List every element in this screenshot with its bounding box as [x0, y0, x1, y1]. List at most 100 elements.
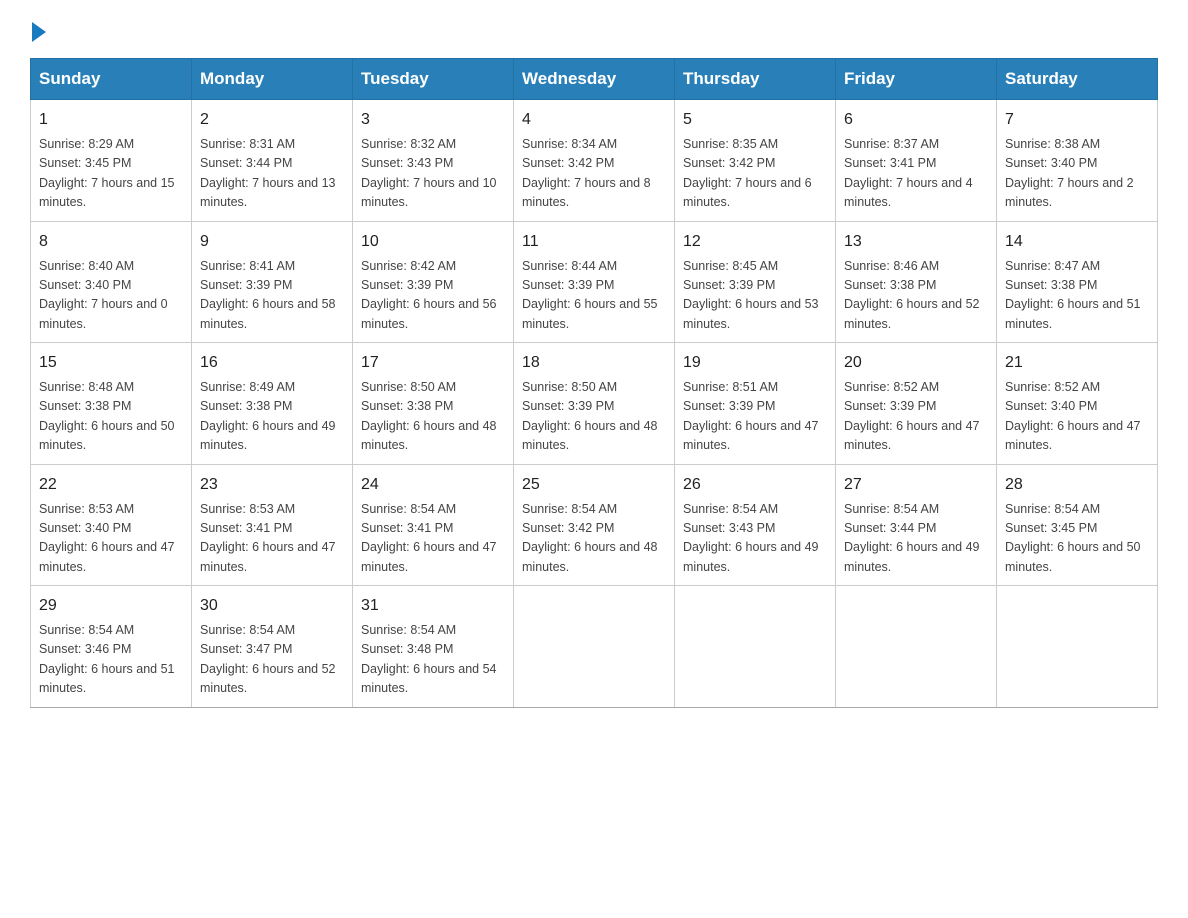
calendar-cell [997, 586, 1158, 708]
calendar-cell: 18 Sunrise: 8:50 AMSunset: 3:39 PMDaylig… [514, 343, 675, 465]
calendar-week-row: 1 Sunrise: 8:29 AMSunset: 3:45 PMDayligh… [31, 100, 1158, 222]
day-info: Sunrise: 8:54 AMSunset: 3:45 PMDaylight:… [1005, 500, 1149, 578]
weekday-header-tuesday: Tuesday [353, 59, 514, 100]
day-number: 19 [683, 351, 827, 375]
day-info: Sunrise: 8:29 AMSunset: 3:45 PMDaylight:… [39, 135, 183, 213]
weekday-header-sunday: Sunday [31, 59, 192, 100]
day-info: Sunrise: 8:54 AMSunset: 3:46 PMDaylight:… [39, 621, 183, 699]
day-number: 29 [39, 594, 183, 618]
weekday-header-saturday: Saturday [997, 59, 1158, 100]
calendar-week-row: 8 Sunrise: 8:40 AMSunset: 3:40 PMDayligh… [31, 221, 1158, 343]
logo-arrow-icon [32, 22, 46, 42]
day-info: Sunrise: 8:54 AMSunset: 3:47 PMDaylight:… [200, 621, 344, 699]
day-number: 28 [1005, 473, 1149, 497]
calendar-cell: 3 Sunrise: 8:32 AMSunset: 3:43 PMDayligh… [353, 100, 514, 222]
weekday-header-monday: Monday [192, 59, 353, 100]
calendar-cell: 27 Sunrise: 8:54 AMSunset: 3:44 PMDaylig… [836, 464, 997, 586]
day-info: Sunrise: 8:53 AMSunset: 3:40 PMDaylight:… [39, 500, 183, 578]
weekday-header-friday: Friday [836, 59, 997, 100]
calendar-cell: 19 Sunrise: 8:51 AMSunset: 3:39 PMDaylig… [675, 343, 836, 465]
day-number: 9 [200, 230, 344, 254]
day-info: Sunrise: 8:53 AMSunset: 3:41 PMDaylight:… [200, 500, 344, 578]
calendar-cell: 30 Sunrise: 8:54 AMSunset: 3:47 PMDaylig… [192, 586, 353, 708]
calendar-cell: 17 Sunrise: 8:50 AMSunset: 3:38 PMDaylig… [353, 343, 514, 465]
day-info: Sunrise: 8:41 AMSunset: 3:39 PMDaylight:… [200, 257, 344, 335]
day-number: 14 [1005, 230, 1149, 254]
day-info: Sunrise: 8:50 AMSunset: 3:38 PMDaylight:… [361, 378, 505, 456]
calendar-cell: 4 Sunrise: 8:34 AMSunset: 3:42 PMDayligh… [514, 100, 675, 222]
day-number: 18 [522, 351, 666, 375]
calendar-cell: 25 Sunrise: 8:54 AMSunset: 3:42 PMDaylig… [514, 464, 675, 586]
calendar-cell [675, 586, 836, 708]
day-number: 23 [200, 473, 344, 497]
day-number: 11 [522, 230, 666, 254]
day-number: 24 [361, 473, 505, 497]
calendar-cell: 9 Sunrise: 8:41 AMSunset: 3:39 PMDayligh… [192, 221, 353, 343]
day-number: 10 [361, 230, 505, 254]
page-header [30, 20, 1158, 38]
day-info: Sunrise: 8:37 AMSunset: 3:41 PMDaylight:… [844, 135, 988, 213]
calendar-cell: 6 Sunrise: 8:37 AMSunset: 3:41 PMDayligh… [836, 100, 997, 222]
calendar-cell: 13 Sunrise: 8:46 AMSunset: 3:38 PMDaylig… [836, 221, 997, 343]
day-info: Sunrise: 8:52 AMSunset: 3:39 PMDaylight:… [844, 378, 988, 456]
weekday-header-wednesday: Wednesday [514, 59, 675, 100]
day-info: Sunrise: 8:49 AMSunset: 3:38 PMDaylight:… [200, 378, 344, 456]
calendar-cell [514, 586, 675, 708]
day-number: 15 [39, 351, 183, 375]
day-number: 12 [683, 230, 827, 254]
calendar-cell: 11 Sunrise: 8:44 AMSunset: 3:39 PMDaylig… [514, 221, 675, 343]
day-number: 2 [200, 108, 344, 132]
calendar-cell: 14 Sunrise: 8:47 AMSunset: 3:38 PMDaylig… [997, 221, 1158, 343]
day-info: Sunrise: 8:48 AMSunset: 3:38 PMDaylight:… [39, 378, 183, 456]
day-number: 3 [361, 108, 505, 132]
day-number: 26 [683, 473, 827, 497]
calendar-cell: 8 Sunrise: 8:40 AMSunset: 3:40 PMDayligh… [31, 221, 192, 343]
calendar-cell: 15 Sunrise: 8:48 AMSunset: 3:38 PMDaylig… [31, 343, 192, 465]
day-info: Sunrise: 8:50 AMSunset: 3:39 PMDaylight:… [522, 378, 666, 456]
day-number: 1 [39, 108, 183, 132]
day-info: Sunrise: 8:54 AMSunset: 3:44 PMDaylight:… [844, 500, 988, 578]
calendar-cell: 2 Sunrise: 8:31 AMSunset: 3:44 PMDayligh… [192, 100, 353, 222]
calendar-cell: 22 Sunrise: 8:53 AMSunset: 3:40 PMDaylig… [31, 464, 192, 586]
day-info: Sunrise: 8:45 AMSunset: 3:39 PMDaylight:… [683, 257, 827, 335]
weekday-header-row: SundayMondayTuesdayWednesdayThursdayFrid… [31, 59, 1158, 100]
calendar-cell: 5 Sunrise: 8:35 AMSunset: 3:42 PMDayligh… [675, 100, 836, 222]
calendar-cell: 23 Sunrise: 8:53 AMSunset: 3:41 PMDaylig… [192, 464, 353, 586]
calendar-cell [836, 586, 997, 708]
day-number: 8 [39, 230, 183, 254]
calendar-cell: 16 Sunrise: 8:49 AMSunset: 3:38 PMDaylig… [192, 343, 353, 465]
day-info: Sunrise: 8:47 AMSunset: 3:38 PMDaylight:… [1005, 257, 1149, 335]
calendar-cell: 29 Sunrise: 8:54 AMSunset: 3:46 PMDaylig… [31, 586, 192, 708]
day-number: 31 [361, 594, 505, 618]
day-info: Sunrise: 8:32 AMSunset: 3:43 PMDaylight:… [361, 135, 505, 213]
day-number: 13 [844, 230, 988, 254]
day-number: 6 [844, 108, 988, 132]
calendar-cell: 7 Sunrise: 8:38 AMSunset: 3:40 PMDayligh… [997, 100, 1158, 222]
calendar-cell: 31 Sunrise: 8:54 AMSunset: 3:48 PMDaylig… [353, 586, 514, 708]
day-number: 21 [1005, 351, 1149, 375]
calendar-cell: 24 Sunrise: 8:54 AMSunset: 3:41 PMDaylig… [353, 464, 514, 586]
calendar-cell: 1 Sunrise: 8:29 AMSunset: 3:45 PMDayligh… [31, 100, 192, 222]
day-number: 17 [361, 351, 505, 375]
day-info: Sunrise: 8:54 AMSunset: 3:41 PMDaylight:… [361, 500, 505, 578]
day-info: Sunrise: 8:31 AMSunset: 3:44 PMDaylight:… [200, 135, 344, 213]
day-info: Sunrise: 8:44 AMSunset: 3:39 PMDaylight:… [522, 257, 666, 335]
day-number: 30 [200, 594, 344, 618]
calendar-table: SundayMondayTuesdayWednesdayThursdayFrid… [30, 58, 1158, 708]
day-info: Sunrise: 8:54 AMSunset: 3:43 PMDaylight:… [683, 500, 827, 578]
day-number: 22 [39, 473, 183, 497]
calendar-cell: 21 Sunrise: 8:52 AMSunset: 3:40 PMDaylig… [997, 343, 1158, 465]
day-info: Sunrise: 8:51 AMSunset: 3:39 PMDaylight:… [683, 378, 827, 456]
day-number: 5 [683, 108, 827, 132]
day-number: 7 [1005, 108, 1149, 132]
logo [30, 20, 46, 38]
day-info: Sunrise: 8:34 AMSunset: 3:42 PMDaylight:… [522, 135, 666, 213]
day-info: Sunrise: 8:54 AMSunset: 3:42 PMDaylight:… [522, 500, 666, 578]
day-number: 4 [522, 108, 666, 132]
calendar-cell: 12 Sunrise: 8:45 AMSunset: 3:39 PMDaylig… [675, 221, 836, 343]
day-info: Sunrise: 8:54 AMSunset: 3:48 PMDaylight:… [361, 621, 505, 699]
day-number: 16 [200, 351, 344, 375]
calendar-week-row: 29 Sunrise: 8:54 AMSunset: 3:46 PMDaylig… [31, 586, 1158, 708]
weekday-header-thursday: Thursday [675, 59, 836, 100]
day-info: Sunrise: 8:40 AMSunset: 3:40 PMDaylight:… [39, 257, 183, 335]
